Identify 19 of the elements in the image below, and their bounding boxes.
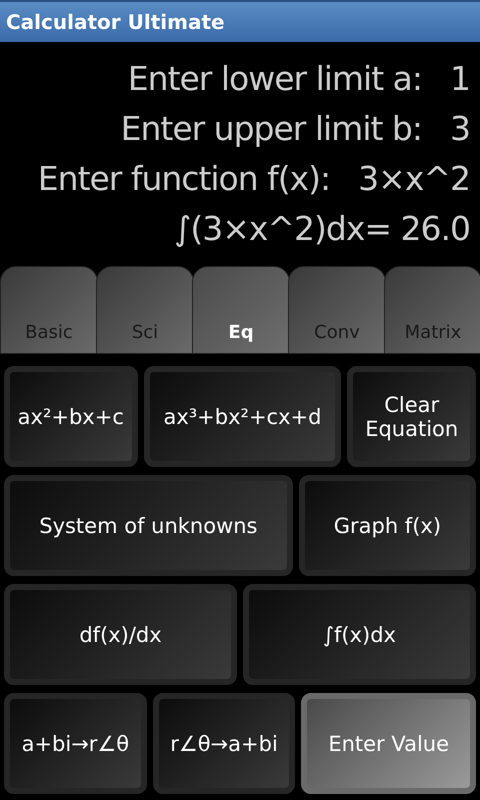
key-button[interactable]: ax²+bx+c (4, 366, 138, 467)
prompt-label: Enter lower limit a: (128, 58, 422, 100)
tab[interactable]: Eq (192, 266, 290, 354)
input-value: 3 (450, 108, 470, 150)
result-text: ∫(3×x^2)dx= 26.0 (174, 208, 470, 250)
key-button[interactable]: a+bi→r∠θ (4, 693, 147, 794)
window-title: Calculator Ultimate (6, 10, 225, 34)
input-value: 1 (450, 58, 470, 100)
key-button[interactable]: Enter Value (301, 693, 476, 794)
key-button[interactable]: ∫f(x)dx (243, 584, 476, 685)
key-button[interactable]: df(x)/dx (4, 584, 237, 685)
input-value: 3×x^2 (358, 158, 470, 200)
prompt-label: Enter upper limit b: (120, 108, 422, 150)
key-button[interactable]: Graph f(x) (298, 475, 476, 576)
prompt-label: Enter function f(x): (38, 158, 330, 200)
key-button[interactable]: ax³+bx²+cx+d (144, 366, 342, 467)
key-button[interactable]: System of unknowns (4, 475, 293, 576)
key-button[interactable]: Clear Equation (347, 366, 476, 467)
key-button[interactable]: r∠θ→a+bi (152, 693, 296, 794)
